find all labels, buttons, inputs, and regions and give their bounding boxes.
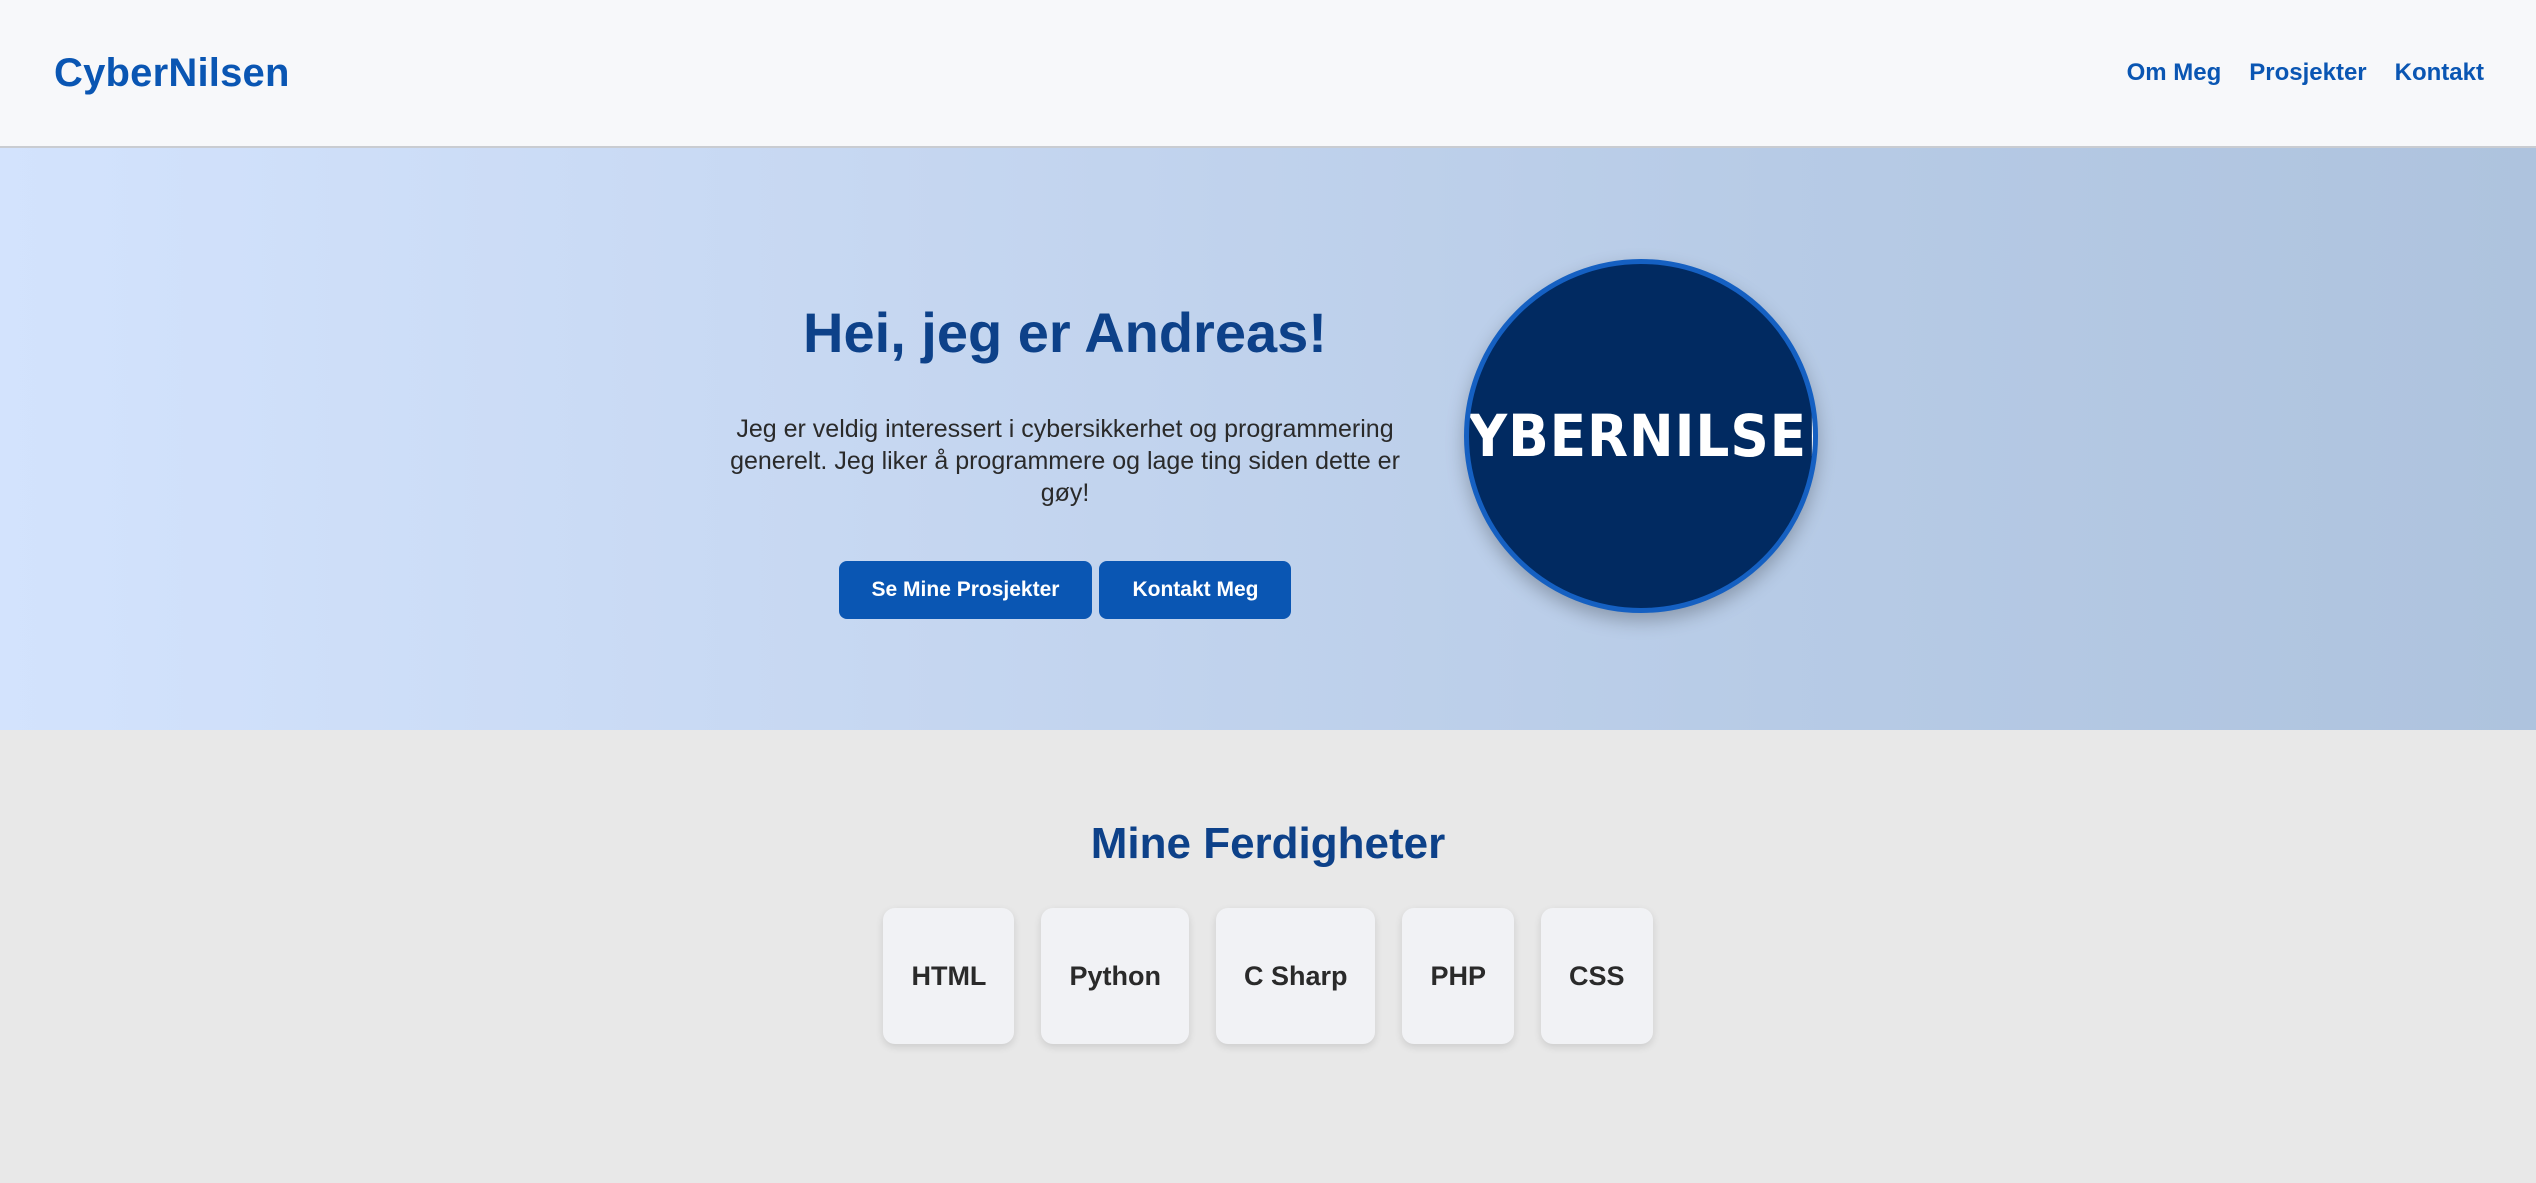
- skill-card-php: PHP: [1402, 908, 1514, 1044]
- skills-section: Mine Ferdigheter HTML Python C Sharp PHP…: [0, 730, 2536, 1183]
- skill-card-html: HTML: [883, 908, 1015, 1044]
- hero-title: Hei, jeg er Andreas!: [803, 301, 1327, 364]
- navbar: CyberNilsen Om Meg Prosjekter Kontakt: [0, 0, 2536, 148]
- skill-card-css: CSS: [1541, 908, 1653, 1044]
- nav-link-kontakt[interactable]: Kontakt: [2395, 59, 2484, 87]
- skill-card-python: Python: [1041, 908, 1189, 1044]
- nav-link-om-meg[interactable]: Om Meg: [2127, 59, 2222, 87]
- nav-links: Om Meg Prosjekter Kontakt: [2127, 59, 2484, 87]
- hero-buttons: Se Mine Prosjekter Kontakt Meg: [718, 561, 1412, 619]
- brand-logo-link[interactable]: CyberNilsen: [54, 51, 290, 96]
- skill-card-csharp: C Sharp: [1215, 908, 1376, 1044]
- nav-link-prosjekter[interactable]: Prosjekter: [2249, 59, 2366, 87]
- profile-logo: CYBERNILSEN: [1464, 259, 1818, 613]
- skills-title: Mine Ferdigheter: [1090, 819, 1446, 868]
- profile-logo-text: CYBERNILSEN: [1468, 402, 1813, 470]
- skills-grid: HTML Python C Sharp PHP CSS: [0, 908, 2536, 1044]
- hero-text-block: Hei, jeg er Andreas! Jeg er veldig inter…: [718, 148, 1412, 730]
- hero-description: Jeg er veldig interessert i cybersikkerh…: [730, 415, 1400, 507]
- hero-section: Hei, jeg er Andreas! Jeg er veldig inter…: [0, 148, 2536, 730]
- contact-me-button[interactable]: Kontakt Meg: [1099, 561, 1292, 619]
- see-projects-button[interactable]: Se Mine Prosjekter: [838, 561, 1093, 619]
